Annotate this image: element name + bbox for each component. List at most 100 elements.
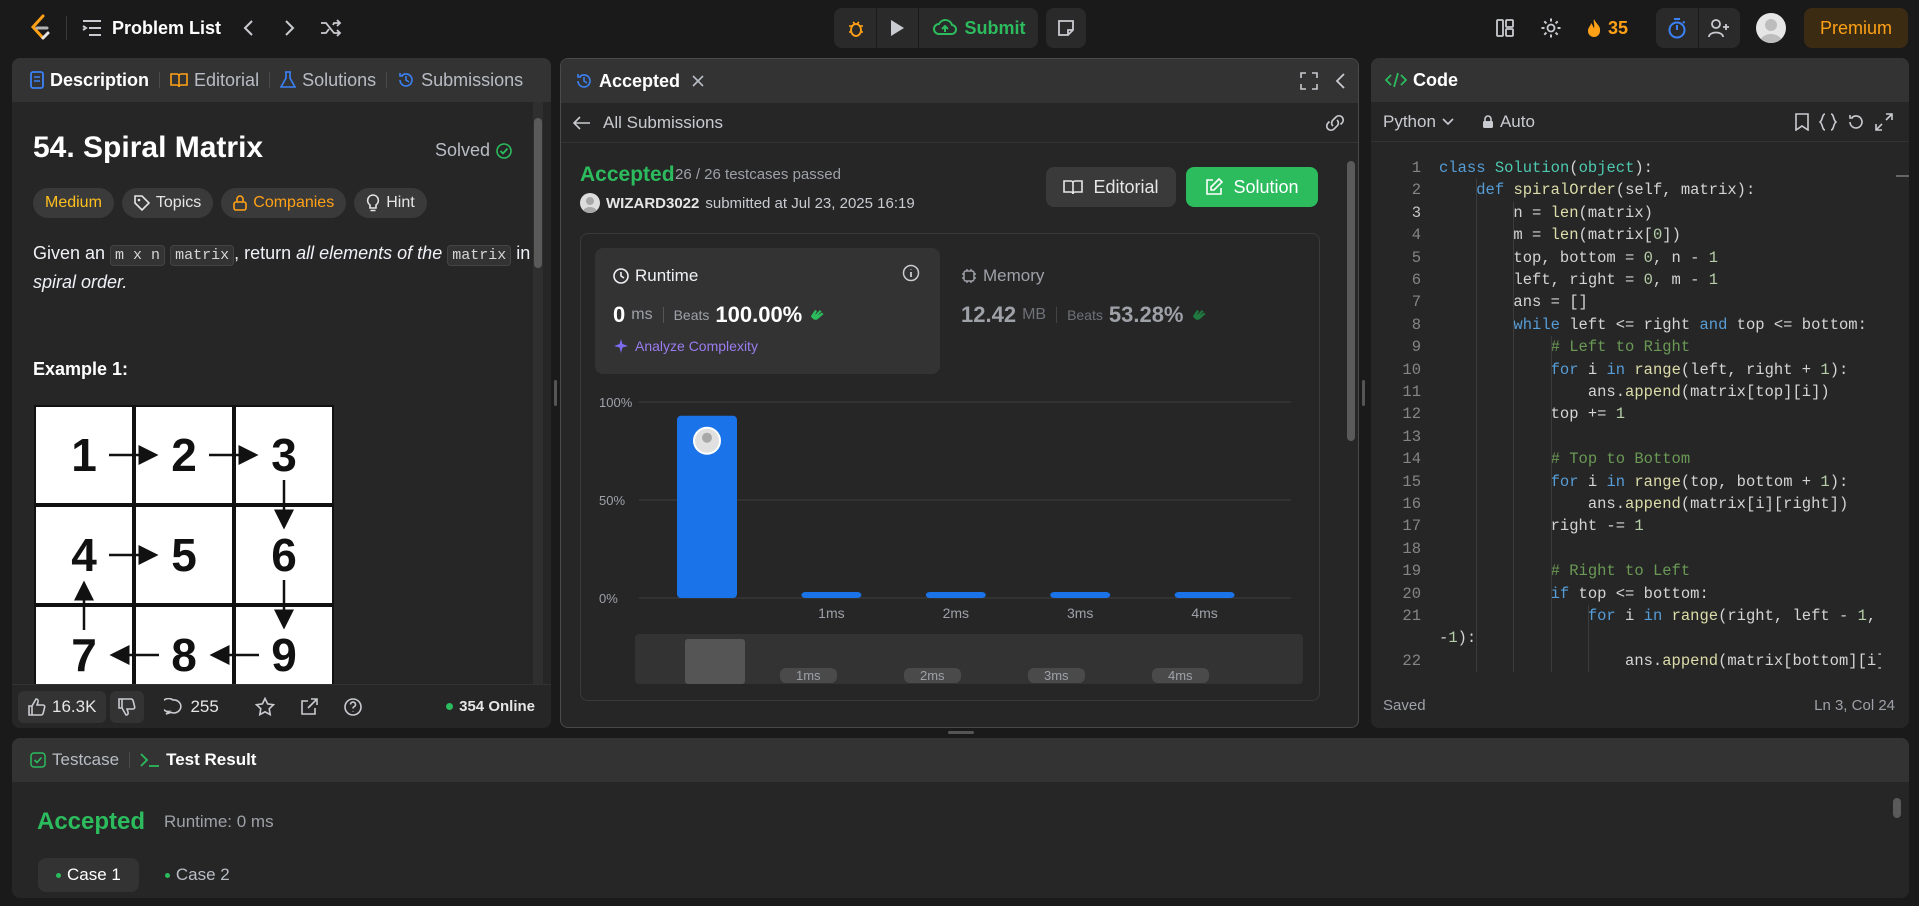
memory-label: Memory bbox=[983, 266, 1045, 285]
link-icon[interactable] bbox=[1324, 114, 1346, 132]
resize-handle[interactable] bbox=[1362, 380, 1365, 406]
stats-box: Runtime 0 ms Beats 100.00% Analyze Compl… bbox=[580, 233, 1320, 701]
description-scrollbar[interactable] bbox=[533, 102, 543, 684]
leetcode-logo-icon[interactable] bbox=[24, 8, 56, 48]
dislike-button[interactable] bbox=[110, 690, 145, 723]
code-line[interactable]: ans.append(matrix[i][right]) bbox=[1439, 493, 1848, 515]
code-line[interactable]: while left <= right and top <= bottom: bbox=[1439, 314, 1866, 336]
collapse-icon[interactable] bbox=[1334, 72, 1346, 90]
tab-solutions-label: Solutions bbox=[302, 69, 377, 90]
topics-chip[interactable]: Topics bbox=[121, 188, 214, 218]
code-line[interactable]: for i in range(left, right + 1): bbox=[1439, 359, 1849, 381]
case-2-tab[interactable]: Case 2 bbox=[155, 858, 240, 892]
console-scrollbar[interactable] bbox=[1892, 782, 1902, 894]
bookmark-icon[interactable] bbox=[1795, 113, 1809, 131]
submit-button[interactable]: Submit bbox=[924, 8, 1034, 48]
runtime-card[interactable]: Runtime 0 ms Beats 100.00% Analyze Compl… bbox=[595, 248, 940, 374]
submitter-info: WIZARD3022 submitted at Jul 23, 2025 16:… bbox=[580, 193, 915, 213]
code-line[interactable]: for i in range(right, left - 1, bbox=[1439, 605, 1876, 627]
share-icon[interactable] bbox=[299, 697, 319, 717]
difficulty-badge[interactable]: Medium bbox=[33, 188, 114, 218]
code-line[interactable]: right -= 1 bbox=[1439, 515, 1644, 537]
code-line[interactable]: for i in range(top, bottom + 1): bbox=[1439, 471, 1849, 493]
case-1-tab[interactable]: Case 1 bbox=[38, 858, 139, 892]
scrollbar-thumb[interactable] bbox=[534, 118, 542, 268]
debug-icon[interactable] bbox=[840, 8, 872, 48]
case-2-label: Case 2 bbox=[175, 865, 230, 884]
runtime-header: Runtime bbox=[613, 266, 698, 286]
layout-icon[interactable] bbox=[1490, 8, 1520, 48]
tab-solutions[interactable]: Solutions bbox=[280, 70, 376, 91]
run-icon[interactable] bbox=[880, 8, 914, 48]
problem-description: Given an m x n matrix, return all elemen… bbox=[33, 240, 533, 295]
chart-range-slider[interactable]: 1ms 2ms 3ms 4ms bbox=[635, 634, 1303, 684]
code-editor[interactable]: 1 class Solution(object): 2 def spiralOrde… bbox=[1371, 153, 1881, 673]
code-line[interactable]: ans.append(matrix[top][i]) bbox=[1439, 381, 1830, 403]
pass-dot-icon bbox=[56, 872, 61, 878]
save-status: Saved bbox=[1383, 697, 1426, 714]
stopwatch-icon[interactable] bbox=[1658, 8, 1696, 48]
submission-scrollbar[interactable] bbox=[1346, 145, 1356, 727]
code-line[interactable]: if top <= bottom: bbox=[1439, 583, 1709, 605]
user-avatar[interactable] bbox=[580, 193, 600, 213]
like-count: 16.3K bbox=[52, 696, 97, 716]
arrow-left-icon[interactable] bbox=[573, 115, 591, 130]
username[interactable]: WIZARD3022 bbox=[606, 195, 699, 212]
code-line[interactable]: def spiralOrder(self, matrix): bbox=[1439, 179, 1755, 201]
runtime-distribution-chart: 100% 50% 0% 1ms 2ms 3ms 4ms bbox=[599, 395, 1291, 621]
format-braces-icon[interactable] bbox=[1819, 113, 1837, 131]
code-line[interactable]: n = len(matrix) bbox=[1439, 202, 1653, 224]
tab-editorial[interactable]: Editorial bbox=[170, 70, 259, 91]
comments-button[interactable]: 255 bbox=[164, 697, 219, 717]
scrollbar-thumb[interactable] bbox=[1893, 798, 1901, 818]
code-line[interactable]: top += 1 bbox=[1439, 403, 1625, 425]
solution-button[interactable]: Solution bbox=[1186, 167, 1318, 207]
tab-accepted[interactable]: Accepted bbox=[575, 71, 704, 92]
line-number: 4 bbox=[1411, 226, 1421, 245]
tab-test-result[interactable]: Test Result bbox=[140, 750, 256, 770]
avatar[interactable] bbox=[1756, 13, 1786, 43]
problem-title[interactable]: 54. Spiral Matrix bbox=[33, 131, 263, 165]
thumbs-down-icon bbox=[118, 697, 136, 716]
auto-mode[interactable]: Auto bbox=[1482, 112, 1535, 132]
tab-description[interactable]: Description bbox=[30, 70, 149, 91]
analyze-complexity-button[interactable]: Analyze Complexity bbox=[613, 338, 758, 354]
help-icon[interactable] bbox=[343, 697, 363, 717]
star-icon[interactable] bbox=[254, 696, 275, 717]
resize-handle[interactable] bbox=[948, 731, 974, 734]
all-submissions-link[interactable]: All Submissions bbox=[603, 113, 723, 133]
problem-list-button[interactable]: Problem List bbox=[82, 8, 221, 48]
language-label: Python bbox=[1383, 111, 1436, 131]
next-problem-icon[interactable] bbox=[278, 8, 302, 48]
add-friend-icon[interactable] bbox=[1700, 8, 1738, 48]
editorial-button[interactable]: Editorial bbox=[1046, 167, 1176, 207]
tab-code[interactable]: Code bbox=[1413, 70, 1458, 91]
memory-card[interactable]: Memory 12.42 MB Beats 53.28% bbox=[961, 248, 1306, 374]
scrollbar-thumb[interactable] bbox=[1347, 161, 1355, 441]
info-icon[interactable] bbox=[902, 264, 920, 282]
notes-button[interactable] bbox=[1046, 8, 1086, 48]
premium-button[interactable]: Premium bbox=[1804, 8, 1908, 48]
expand-icon[interactable] bbox=[1875, 113, 1893, 131]
code-line[interactable]: top, bottom = 0, n - 1 bbox=[1439, 247, 1718, 269]
resize-handle[interactable] bbox=[554, 380, 557, 406]
tab-testcase[interactable]: Testcase bbox=[30, 750, 119, 770]
like-button[interactable]: 16.3K bbox=[18, 690, 107, 723]
streak-counter[interactable]: 35 bbox=[1586, 8, 1628, 48]
settings-icon[interactable] bbox=[1536, 8, 1566, 48]
code-line[interactable]: left, right = 0, m - 1 bbox=[1439, 269, 1718, 291]
hint-chip[interactable]: Hint bbox=[354, 188, 427, 218]
shuffle-icon[interactable] bbox=[318, 8, 344, 48]
companies-chip[interactable]: Companies bbox=[221, 188, 347, 218]
runtime-values: 0 ms Beats 100.00% bbox=[613, 302, 826, 328]
reset-icon[interactable] bbox=[1847, 113, 1865, 131]
close-icon[interactable] bbox=[692, 75, 704, 87]
prev-problem-icon[interactable] bbox=[236, 8, 260, 48]
fullscreen-icon[interactable] bbox=[1300, 72, 1318, 90]
clap-icon bbox=[1190, 306, 1208, 324]
tab-submissions[interactable]: Submissions bbox=[397, 70, 523, 91]
code-line[interactable]: class Solution(object): bbox=[1439, 157, 1653, 179]
language-select[interactable]: Python bbox=[1383, 112, 1454, 132]
code-line[interactable]: -1): bbox=[1439, 627, 1476, 649]
code-line[interactable]: ans.append(matrix[bottom][i]) bbox=[1439, 650, 1881, 672]
